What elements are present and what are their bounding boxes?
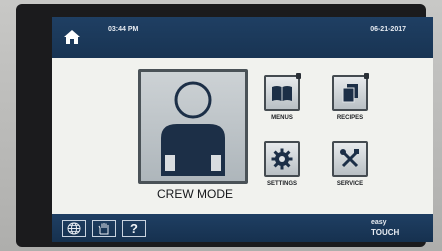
help-icon: ? bbox=[130, 221, 138, 236]
home-icon bbox=[64, 30, 80, 44]
touch-screen: 03:44 PM 06-21-2017 CREW MODE MENUS RECI… bbox=[52, 17, 433, 242]
top-status-bar: 03:44 PM 06-21-2017 bbox=[52, 17, 433, 58]
device-frame: 03:44 PM 06-21-2017 CREW MODE MENUS RECI… bbox=[0, 0, 442, 251]
recipes-indicator bbox=[364, 73, 369, 79]
recipes-button[interactable] bbox=[332, 73, 369, 111]
crew-mode-button[interactable] bbox=[138, 69, 248, 184]
clock-time: 03:44 PM bbox=[108, 26, 139, 33]
current-date: 06-21-2017 bbox=[370, 26, 406, 33]
hand-icon bbox=[98, 223, 109, 235]
service-button[interactable] bbox=[332, 141, 368, 177]
menus-label: MENUS bbox=[271, 115, 293, 121]
brand-logo-line1: easy bbox=[371, 219, 387, 226]
help-button[interactable]: ? bbox=[122, 220, 146, 237]
recipes-label: RECIPES bbox=[336, 115, 364, 121]
globe-icon bbox=[67, 222, 81, 235]
gear-icon bbox=[271, 148, 293, 170]
menus-indicator bbox=[296, 73, 301, 79]
language-button[interactable] bbox=[62, 220, 86, 237]
service-label: SERVICE bbox=[336, 181, 364, 187]
menus-button[interactable] bbox=[264, 73, 301, 111]
book-icon bbox=[272, 86, 292, 101]
crew-mode-label: CREW MODE bbox=[157, 187, 233, 201]
document-stack-icon bbox=[342, 84, 358, 103]
tools-icon bbox=[340, 149, 359, 168]
settings-button[interactable] bbox=[264, 141, 300, 177]
home-button[interactable] bbox=[58, 23, 86, 51]
settings-label: SETTINGS bbox=[266, 181, 297, 187]
person-icon bbox=[161, 81, 225, 176]
brand-logo-line2: TOUCH bbox=[371, 228, 400, 237]
clean-hand-button[interactable] bbox=[92, 220, 116, 237]
